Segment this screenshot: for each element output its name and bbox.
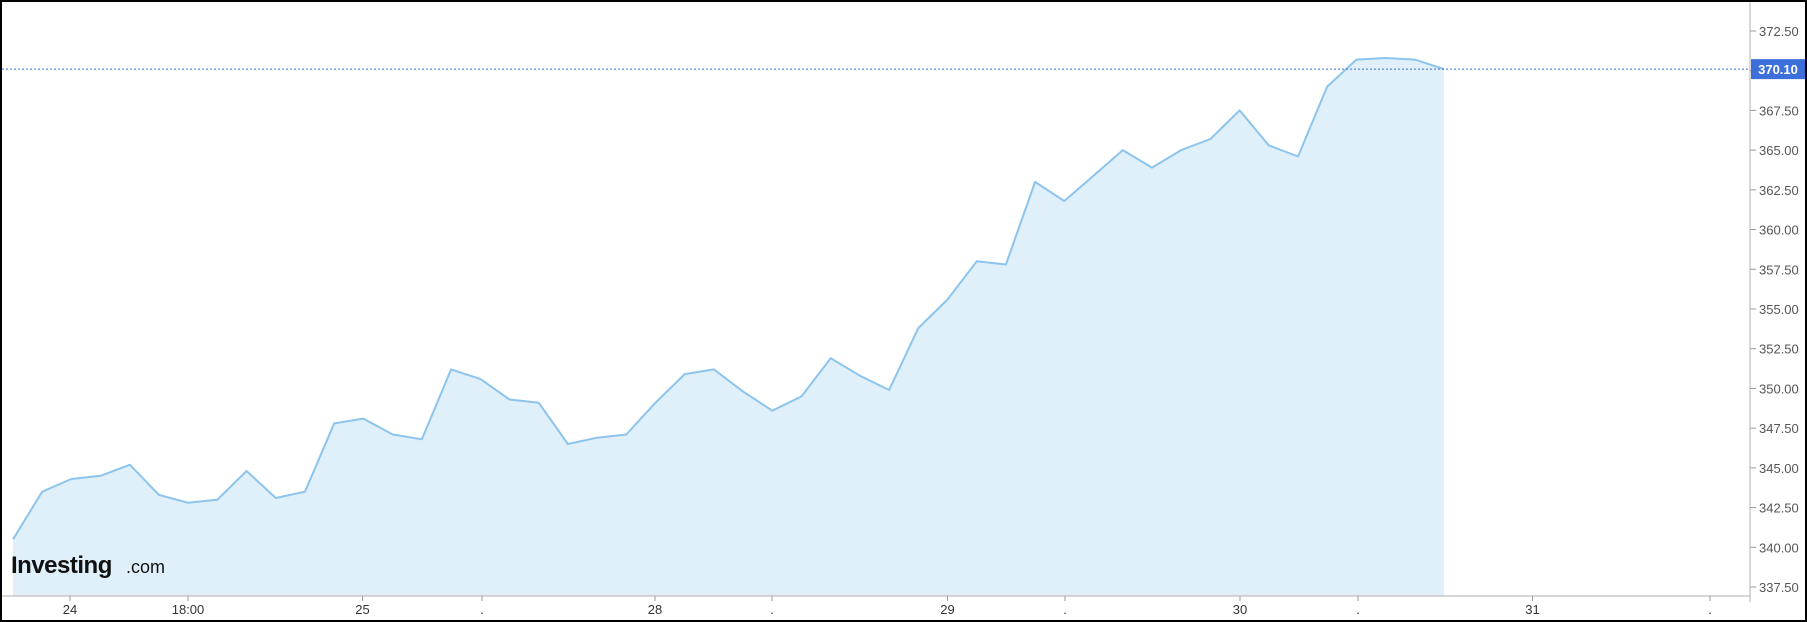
x-tick-label: 24	[63, 602, 77, 617]
y-axis: 372.50370.00367.50365.00362.50360.00357.…	[1749, 2, 1799, 602]
y-tick-label: 352.50	[1759, 342, 1799, 357]
chart-frame: 372.50370.00367.50365.00362.50360.00357.…	[0, 0, 1807, 622]
y-tick-label: 337.50	[1759, 580, 1799, 595]
logo-suffix-text: .com	[126, 557, 165, 577]
x-tick-label: 31	[1525, 602, 1539, 617]
x-tick-label: 18:00	[172, 602, 205, 617]
x-tick-label: .	[1356, 602, 1360, 617]
x-tick-label: .	[1708, 602, 1712, 617]
x-tick-label: .	[480, 602, 484, 617]
current-price-marker: 370.10	[2, 59, 1805, 80]
price-area-chart: 372.50370.00367.50365.00362.50360.00357.…	[2, 2, 1805, 617]
x-tick-label: .	[770, 602, 774, 617]
y-tick-label: 342.50	[1759, 501, 1799, 516]
investing-logo: Investing .com	[11, 552, 165, 579]
area-fill	[13, 58, 1444, 596]
plot-area	[12, 57, 1445, 596]
y-tick-label: 372.50	[1759, 24, 1799, 39]
y-tick-label: 355.00	[1759, 302, 1799, 317]
y-tick-label: 367.50	[1759, 103, 1799, 118]
x-tick-label: 30	[1233, 602, 1247, 617]
y-tick-label: 365.00	[1759, 143, 1799, 158]
x-tick-label: 29	[940, 602, 954, 617]
y-tick-label: 357.50	[1759, 262, 1799, 277]
y-tick-label: 347.50	[1759, 421, 1799, 436]
logo-brand-text: Investing	[11, 552, 112, 579]
y-tick-label: 362.50	[1759, 183, 1799, 198]
current-price-label: 370.10	[1758, 62, 1798, 77]
x-tick-label: 28	[648, 602, 662, 617]
x-tick-label: 25	[355, 602, 369, 617]
y-tick-label: 340.00	[1759, 540, 1799, 555]
x-tick-label: .	[1063, 602, 1067, 617]
y-tick-label: 345.00	[1759, 461, 1799, 476]
y-tick-label: 350.00	[1759, 381, 1799, 396]
x-axis: 24 18:00 25. 28. 29. 30. 31.	[2, 595, 1750, 617]
y-tick-label: 360.00	[1759, 223, 1799, 238]
